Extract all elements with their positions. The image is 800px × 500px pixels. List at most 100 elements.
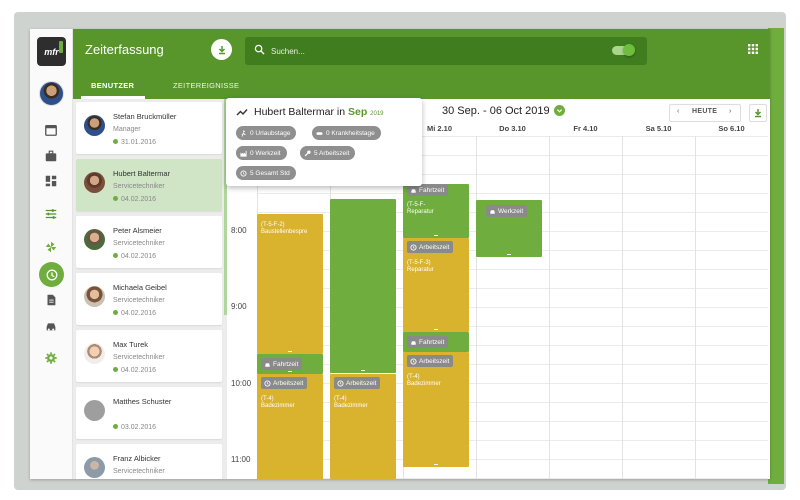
- clock-nav-icon[interactable]: [39, 262, 64, 287]
- avatar-placeholder: [84, 400, 105, 421]
- chip-label: Arbeitszeit: [346, 379, 377, 387]
- time-label: 8:00: [231, 226, 247, 235]
- prev-week-button[interactable]: ‹: [677, 108, 679, 115]
- event-title: Badezimmer: [407, 381, 441, 387]
- sliders-icon[interactable]: [40, 205, 62, 223]
- avatar: [84, 229, 105, 250]
- employee-date: 03.02.2016: [113, 424, 156, 431]
- arbeitszeit-chip: Arbeitszeit: [261, 377, 308, 389]
- calendar-icon[interactable]: [40, 121, 62, 139]
- avatar: [84, 115, 105, 136]
- resize-handle[interactable]: [434, 329, 438, 330]
- download-button[interactable]: [211, 39, 232, 60]
- resize-handle[interactable]: [288, 371, 292, 372]
- chip-label: Werkzeit: [498, 207, 524, 215]
- avatar: [84, 172, 105, 193]
- avatar: [84, 343, 105, 364]
- wrench-icon: [304, 149, 311, 156]
- tab-zeitereignisse[interactable]: ZEITEREIGNISSE: [173, 81, 239, 90]
- top-bar: Zeiterfassung: [73, 29, 770, 73]
- summary-name: Hubert Baltermar: [254, 106, 334, 118]
- avatar: [84, 457, 105, 478]
- summary-title: Hubert Baltermar in Sep 2019: [254, 106, 384, 118]
- employee-name: Hubert Baltermar: [113, 169, 171, 178]
- monthly-summary-popup: Hubert Baltermar in Sep 2019 0 Urlaubsta…: [226, 98, 422, 186]
- employee-card-selected[interactable]: Hubert Baltermar Servicetechniker 04.02.…: [76, 159, 222, 211]
- calendar-download-button[interactable]: [749, 104, 767, 122]
- fahrtzeit-chip: Fahrtzeit: [261, 358, 303, 370]
- search-input[interactable]: [271, 42, 571, 60]
- resize-handle[interactable]: [507, 254, 511, 255]
- time-label: 11:00: [231, 455, 251, 464]
- event-title: Badezimmer: [261, 403, 295, 409]
- chip-label: Fahrtzeit: [419, 186, 445, 194]
- event-code: (T-5-F-2): [261, 222, 285, 228]
- employee-card[interactable]: Stefan Bruckmüller Manager 31.01.2016: [76, 102, 222, 154]
- event-block[interactable]: (T-5-F-2) Baustellenbespre: [257, 214, 323, 354]
- date-range[interactable]: 30 Sep. - 06 Oct 2019: [442, 105, 550, 117]
- employee-date: 31.01.2016: [113, 139, 156, 146]
- chip-label: Arbeitszeit: [273, 379, 304, 387]
- day-header: Do 3.10: [499, 124, 526, 133]
- event-code: (T-4): [407, 374, 420, 380]
- pill-label: 0 Urlaubstage: [250, 129, 291, 137]
- pinwheel-icon[interactable]: [40, 238, 62, 256]
- krankheitstage-pill: 0 Krankheitstage: [312, 126, 381, 140]
- chip-label: Fahrtzeit: [419, 338, 445, 346]
- event-block[interactable]: Arbeitszeit (T-4) Badezimmer: [257, 374, 323, 479]
- next-week-button[interactable]: ›: [729, 108, 731, 115]
- employee-name: Franz Albicker: [113, 454, 161, 463]
- car-icon: [411, 188, 416, 193]
- resize-handle[interactable]: [434, 235, 438, 236]
- event-block[interactable]: Arbeitszeit (T-4) Badezimmer: [330, 374, 396, 479]
- dashboard-icon[interactable]: [40, 172, 62, 190]
- car-icon: [411, 340, 416, 345]
- apps-grid-icon[interactable]: [748, 44, 758, 54]
- event-block[interactable]: [330, 199, 396, 373]
- toggle-knob: [623, 44, 635, 56]
- user-avatar[interactable]: [39, 81, 64, 106]
- employee-name: Max Turek: [113, 340, 149, 349]
- employee-card[interactable]: Franz Albicker Servicetechniker: [76, 444, 222, 479]
- app-logo[interactable]: mfr: [37, 37, 66, 66]
- employee-card[interactable]: Michaela Geibel Servicetechniker 04.02.2…: [76, 273, 222, 325]
- event-block[interactable]: Werkzeit: [476, 200, 542, 257]
- summary-in: in: [336, 106, 346, 118]
- car-icon[interactable]: [40, 317, 62, 335]
- summary-year: 2019: [370, 111, 384, 117]
- arbeitszeit-chip: Arbeitszeit: [407, 355, 454, 367]
- employee-date: 04.02.2016: [113, 253, 156, 260]
- employee-date: 04.02.2016: [113, 367, 156, 374]
- settings-icon[interactable]: [40, 349, 62, 367]
- event-block[interactable]: Fahrtzeit: [403, 332, 469, 352]
- event-title: Reparatur: [407, 209, 434, 215]
- pill-label: 0 Werkzeit: [250, 149, 281, 157]
- resize-handle[interactable]: [434, 464, 438, 465]
- event-block[interactable]: Arbeitszeit (T-4) Badezimmer: [403, 352, 469, 467]
- employee-card[interactable]: Peter Alsmeier Servicetechniker 04.02.20…: [76, 216, 222, 268]
- filter-toggle[interactable]: [612, 44, 635, 56]
- today-button[interactable]: HEUTE: [692, 108, 717, 115]
- event-title: Baustellenbespre: [261, 229, 308, 235]
- employee-card[interactable]: Matthes Schuster 03.02.2016: [76, 387, 222, 439]
- briefcase-icon[interactable]: [40, 147, 62, 165]
- clock-icon: [410, 243, 417, 251]
- pill-label: 0 Krankheitstage: [326, 129, 375, 137]
- arbeitszeit-chip: Arbeitszeit: [334, 377, 381, 389]
- resize-handle[interactable]: [288, 351, 292, 352]
- event-code: (T-5-F-: [407, 202, 426, 208]
- car-icon: [490, 209, 495, 214]
- resize-handle[interactable]: [361, 370, 365, 371]
- event-block[interactable]: Arbeitszeit (T-5-F-3) Reparatur: [403, 238, 469, 332]
- event-code: (T-4): [261, 396, 274, 402]
- tab-benutzer[interactable]: BENUTZER: [91, 81, 134, 90]
- document-icon[interactable]: [40, 291, 62, 309]
- nav-rail: mfr: [30, 29, 73, 479]
- employee-role: Servicetechniker: [113, 354, 165, 361]
- event-block[interactable]: Fahrtzeit: [257, 354, 323, 374]
- werkzeit-pill: 0 Werkzeit: [236, 146, 287, 160]
- range-dropdown[interactable]: [554, 105, 565, 116]
- tab-bar: BENUTZER ZEITEREIGNISSE: [73, 73, 770, 99]
- event-block[interactable]: Fahrtzeit (T-5-F- Reparatur: [403, 184, 469, 238]
- employee-card[interactable]: Max Turek Servicetechniker 04.02.2016: [76, 330, 222, 382]
